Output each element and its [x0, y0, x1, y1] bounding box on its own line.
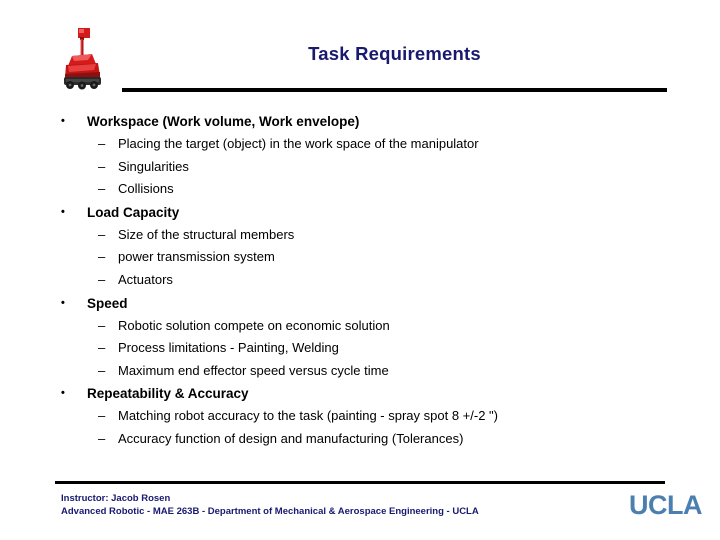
sub-bullet-text: Singularities: [118, 158, 189, 174]
bullet-heading: • Load Capacity: [0, 201, 720, 224]
dash-marker-icon: –: [98, 249, 106, 265]
sub-bullet: – Collisions: [0, 178, 720, 201]
bullet-group: • Repeatability & Accuracy – Matching ro…: [0, 382, 720, 450]
sub-bullet: – Maximum end effector speed versus cycl…: [0, 360, 720, 383]
bullet-heading-text: Load Capacity: [87, 204, 180, 220]
sub-bullet: – Singularities: [0, 156, 720, 179]
dash-marker-icon: –: [98, 340, 106, 356]
footer-instructor-line: Instructor: Jacob Rosen: [61, 493, 171, 504]
sub-bullet-text: Robotic solution compete on economic sol…: [118, 317, 390, 333]
slide-canvas: Task Requirements • Workspace (Work volu…: [0, 0, 720, 540]
footer-divider: [55, 481, 665, 484]
bullet-group: • Load Capacity – Size of the structural…: [0, 201, 720, 292]
dash-marker-icon: –: [98, 317, 106, 333]
sub-bullet: – Matching robot accuracy to the task (p…: [0, 405, 720, 428]
bullet-group: • Workspace (Work volume, Work envelope)…: [0, 110, 720, 201]
dash-marker-icon: –: [98, 362, 106, 378]
dash-marker-icon: –: [98, 181, 106, 197]
sub-bullet-text: Matching robot accuracy to the task (pai…: [118, 408, 498, 424]
sub-bullet: – Robotic solution compete on economic s…: [0, 315, 720, 338]
sub-bullet-text: Placing the target (object) in the work …: [118, 136, 479, 151]
sub-bullet: – Actuators: [0, 269, 720, 292]
bullet-marker-icon: •: [61, 115, 65, 127]
bullet-heading-text: Workspace (Work volume, Work envelope): [87, 114, 360, 129]
sub-bullet-text: power transmission system: [118, 249, 275, 265]
bullet-heading: • Repeatability & Accuracy: [0, 382, 720, 405]
ucla-logo: UCLA: [629, 490, 703, 520]
dash-marker-icon: –: [98, 226, 106, 242]
sub-bullet-text: Size of the structural members: [118, 226, 295, 242]
bullet-heading-text: Speed: [87, 295, 128, 311]
dash-marker-icon: –: [98, 271, 106, 287]
dash-marker-icon: –: [98, 430, 106, 446]
sub-bullet: – Size of the structural members: [0, 224, 720, 247]
bullet-heading: • Speed: [0, 292, 720, 315]
title-divider: [122, 88, 667, 92]
dash-marker-icon: –: [98, 408, 106, 424]
bullet-marker-icon: •: [61, 387, 65, 400]
dash-marker-icon: –: [98, 158, 106, 174]
sub-bullet: – Process limitations - Painting, Weldin…: [0, 337, 720, 360]
sub-bullet-text: Maximum end effector speed versus cycle …: [118, 362, 389, 378]
sub-bullet: – Placing the target (object) in the wor…: [0, 133, 720, 156]
sub-bullet-text: Process limitations - Painting, Welding: [118, 340, 339, 356]
sub-bullet-text: Collisions: [118, 181, 174, 197]
footer-course-line: Advanced Robotic - MAE 263B - Department…: [61, 505, 479, 517]
bullet-marker-icon: •: [61, 205, 65, 218]
bullet-heading: • Workspace (Work volume, Work envelope): [0, 110, 720, 133]
robot-image: [58, 26, 108, 92]
slide-body: • Workspace (Work volume, Work envelope)…: [0, 110, 720, 451]
sub-bullet: – power transmission system: [0, 246, 720, 269]
sub-bullet-text: Actuators: [118, 271, 173, 287]
sub-bullet: – Accuracy function of design and manufa…: [0, 428, 720, 451]
bullet-marker-icon: •: [61, 296, 65, 309]
sub-bullet-text: Accuracy function of design and manufact…: [118, 430, 464, 446]
slide-title: Task Requirements: [308, 43, 481, 64]
bullet-group: • Speed – Robotic solution compete on ec…: [0, 292, 720, 383]
footer-credits: Instructor: Jacob Rosen Advanced Robotic…: [61, 493, 479, 518]
bullet-heading-text: Repeatability & Accuracy: [87, 386, 249, 402]
dash-marker-icon: –: [98, 136, 106, 151]
